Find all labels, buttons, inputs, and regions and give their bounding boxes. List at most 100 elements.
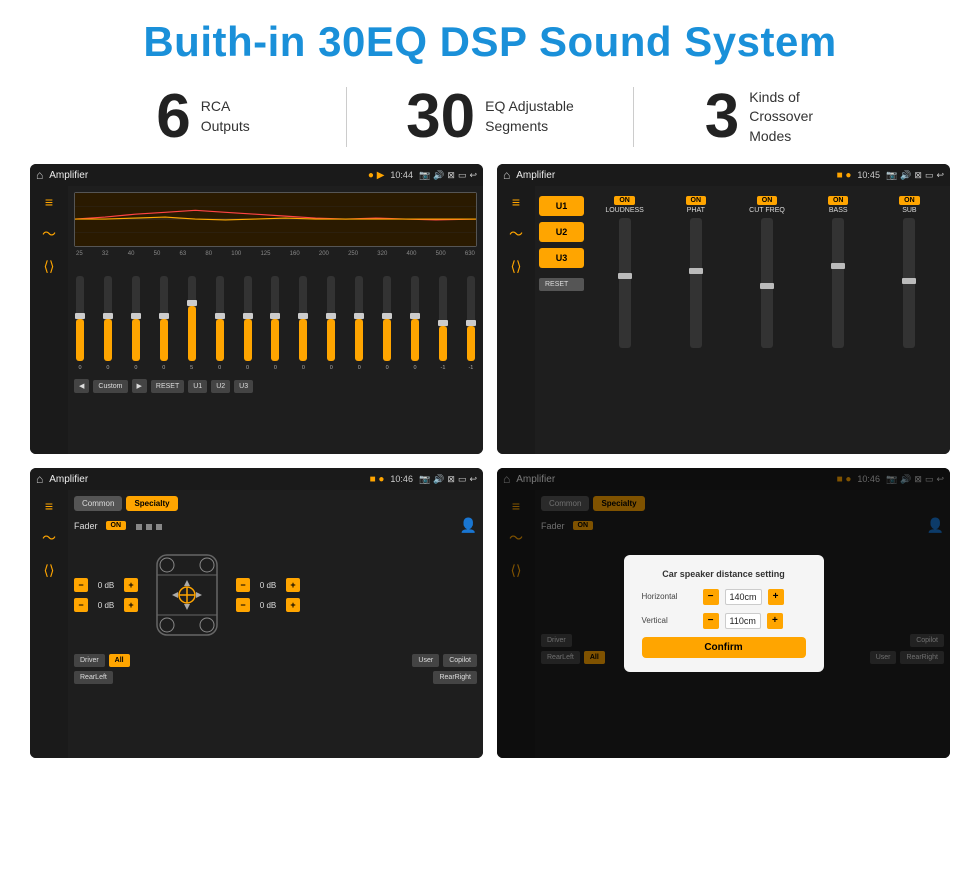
- amp-reset-button[interactable]: RESET: [539, 278, 584, 291]
- home-icon-2[interactable]: ⌂: [503, 168, 510, 182]
- user-icon[interactable]: 👤: [460, 517, 477, 534]
- eq-u3-button[interactable]: U3: [234, 380, 253, 393]
- slider-track-11[interactable]: [355, 276, 363, 361]
- slider-handle-11[interactable]: [354, 313, 364, 319]
- slider-track-10[interactable]: [327, 276, 335, 361]
- u3-button[interactable]: U3: [539, 248, 584, 268]
- slider-handle-13[interactable]: [410, 313, 420, 319]
- slider-track-6[interactable]: [216, 276, 224, 361]
- slider-track-5[interactable]: [188, 276, 196, 361]
- slider-track-2[interactable]: [104, 276, 112, 361]
- back-icon-2[interactable]: ↩: [936, 170, 944, 181]
- slider-handle-10[interactable]: [326, 313, 336, 319]
- home-icon-1[interactable]: ⌂: [36, 168, 43, 182]
- slider-handle-7[interactable]: [243, 313, 253, 319]
- eq-reset-button[interactable]: RESET: [151, 380, 184, 393]
- slider-col-13: 0: [411, 276, 419, 371]
- copilot-button[interactable]: Copilot: [443, 654, 477, 667]
- slider-handle-8[interactable]: [270, 313, 280, 319]
- wave-icon-1[interactable]: 〜: [42, 224, 56, 244]
- eq-icon-1[interactable]: ≡: [45, 194, 53, 210]
- rr-minus-button[interactable]: −: [236, 598, 250, 612]
- speaker-icon-1[interactable]: ⟨⟩: [44, 258, 55, 275]
- cutfreq-slider[interactable]: [761, 218, 773, 348]
- slider-track-7[interactable]: [244, 276, 252, 361]
- vertical-minus-button[interactable]: −: [703, 613, 719, 629]
- slider-track-15[interactable]: [467, 276, 475, 361]
- rearleft-button[interactable]: RearLeft: [74, 671, 113, 684]
- slider-handle-15[interactable]: [466, 320, 476, 326]
- slider-track-4[interactable]: [160, 276, 168, 361]
- eq-next-button[interactable]: ▶: [132, 379, 147, 393]
- phat-handle[interactable]: [689, 268, 703, 274]
- cutfreq-handle[interactable]: [760, 283, 774, 289]
- bass-slider[interactable]: [832, 218, 844, 348]
- wave-icon-3[interactable]: 〜: [42, 528, 56, 548]
- bass-on-badge[interactable]: ON: [828, 196, 849, 205]
- rr-plus-button[interactable]: +: [286, 598, 300, 612]
- slider-handle-14[interactable]: [438, 320, 448, 326]
- fl-minus-button[interactable]: −: [74, 578, 88, 592]
- phat-slider[interactable]: [690, 218, 702, 348]
- home-icon-3[interactable]: ⌂: [36, 472, 43, 486]
- slider-track-14[interactable]: [439, 276, 447, 361]
- eq-prev-button[interactable]: ◀: [74, 379, 89, 393]
- loudness-handle[interactable]: [618, 273, 632, 279]
- eq-u2-button[interactable]: U2: [211, 380, 230, 393]
- slider-track-12[interactable]: [383, 276, 391, 361]
- slider-track-9[interactable]: [299, 276, 307, 361]
- driver-button[interactable]: Driver: [74, 654, 105, 667]
- tab-specialty[interactable]: Specialty: [126, 496, 177, 511]
- eq-u1-button[interactable]: U1: [188, 380, 207, 393]
- slider-handle-9[interactable]: [298, 313, 308, 319]
- rl-minus-button[interactable]: −: [74, 598, 88, 612]
- u1-button[interactable]: U1: [539, 196, 584, 216]
- wave-icon-2[interactable]: 〜: [509, 224, 523, 244]
- slider-track-8[interactable]: [271, 276, 279, 361]
- all-button[interactable]: All: [109, 654, 130, 667]
- vertical-label: Vertical: [642, 616, 697, 625]
- user-btn[interactable]: User: [412, 654, 439, 667]
- slider-handle-6[interactable]: [215, 313, 225, 319]
- rl-plus-button[interactable]: +: [124, 598, 138, 612]
- slider-handle-3[interactable]: [131, 313, 141, 319]
- stat-number-crossover: 3: [705, 86, 739, 148]
- cutfreq-on-badge[interactable]: ON: [757, 196, 778, 205]
- back-icon-1[interactable]: ↩: [469, 170, 477, 181]
- phat-on-badge[interactable]: ON: [686, 196, 707, 205]
- fader-on-badge[interactable]: ON: [106, 521, 127, 530]
- eq-icon-2[interactable]: ≡: [512, 194, 520, 210]
- loudness-on-badge[interactable]: ON: [614, 196, 635, 205]
- slider-col-8: 0: [271, 276, 279, 371]
- horizontal-minus-button[interactable]: −: [703, 589, 719, 605]
- eq-icon-3[interactable]: ≡: [45, 498, 53, 514]
- slider-track-3[interactable]: [132, 276, 140, 361]
- confirm-button[interactable]: Confirm: [642, 637, 806, 658]
- fr-minus-button[interactable]: −: [236, 578, 250, 592]
- horizontal-plus-button[interactable]: +: [768, 589, 784, 605]
- sub-slider[interactable]: [903, 218, 915, 348]
- sub-on-badge[interactable]: ON: [899, 196, 920, 205]
- slider-track-13[interactable]: [411, 276, 419, 361]
- sub-handle[interactable]: [902, 278, 916, 284]
- rr-db-value: 0 dB: [254, 601, 282, 610]
- fr-plus-button[interactable]: +: [286, 578, 300, 592]
- speaker-icon-2[interactable]: ⟨⟩: [511, 258, 522, 275]
- battery-icon-1: ▭: [458, 170, 467, 181]
- slider-track-1[interactable]: [76, 276, 84, 361]
- u2-button[interactable]: U2: [539, 222, 584, 242]
- bass-handle[interactable]: [831, 263, 845, 269]
- fl-plus-button[interactable]: +: [124, 578, 138, 592]
- eq-custom-button[interactable]: Custom: [93, 380, 127, 393]
- slider-handle-12[interactable]: [382, 313, 392, 319]
- slider-handle-2[interactable]: [103, 313, 113, 319]
- slider-handle-1[interactable]: [75, 313, 85, 319]
- slider-handle-4[interactable]: [159, 313, 169, 319]
- vertical-plus-button[interactable]: +: [767, 613, 783, 629]
- rearright-button[interactable]: RearRight: [433, 671, 477, 684]
- loudness-slider[interactable]: [619, 218, 631, 348]
- back-icon-3[interactable]: ↩: [469, 474, 477, 485]
- speaker-icon-3[interactable]: ⟨⟩: [44, 562, 55, 579]
- slider-handle-5[interactable]: [187, 300, 197, 306]
- tab-common[interactable]: Common: [74, 496, 122, 511]
